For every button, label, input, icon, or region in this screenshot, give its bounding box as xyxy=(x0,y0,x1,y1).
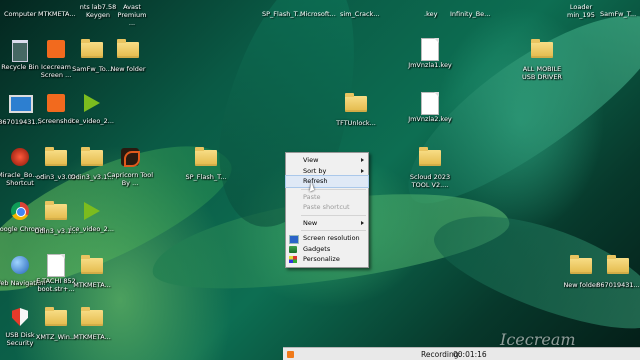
desktop-icon-label: MTKMETA... xyxy=(73,281,111,289)
icecream-recorder-icon xyxy=(45,40,67,62)
menu-item-label: Screen resolution xyxy=(303,234,360,242)
folder-icon xyxy=(81,255,103,280)
folder-icon xyxy=(45,307,67,332)
globe-icon xyxy=(9,256,31,278)
desktop-icon-label: Capricorn Tool By ... xyxy=(106,171,154,187)
desktop-icon-label[interactable]: SamFw_T... xyxy=(600,10,636,18)
menu-item-label: Gadgets xyxy=(303,244,331,253)
desktop-icon-label[interactable]: Avast Premium ... xyxy=(114,3,150,27)
folder-icon xyxy=(81,39,103,64)
desktop-icon-label: New folder xyxy=(110,65,146,73)
desktop-icon-label[interactable]: MTKMETA... xyxy=(38,10,76,18)
submenu-arrow-icon xyxy=(361,158,364,162)
recorder-logo-icon[interactable] xyxy=(287,351,294,358)
desktop[interactable]: Computer MTKMETA... nts lab7.58 Keygen A… xyxy=(0,0,640,360)
menu-item-refresh[interactable]: Refresh xyxy=(285,175,369,188)
desktop-icon[interactable]: MTKMETA... xyxy=(66,254,118,290)
menu-item-paste: Paste xyxy=(286,192,368,203)
desktop-icon-label: ALL MOBILE USB DRIVER xyxy=(522,65,562,81)
desktop-icon[interactable]: JmVnzla1.key xyxy=(404,38,456,70)
personalize-icon xyxy=(289,256,297,263)
desktop-icon-label[interactable]: SP_Flash_T... xyxy=(262,10,303,18)
desktop-icon-label: ice_video_2... xyxy=(70,225,114,233)
desktop-icon-label: Scloud 2023 TOOL V2.... xyxy=(409,173,451,189)
key-file-icon xyxy=(419,38,441,61)
desktop-icon[interactable]: SP_Flash_T... xyxy=(180,146,232,182)
menu-item-gadgets[interactable]: Gadgets xyxy=(286,244,368,255)
recording-timer: 00:01:16 xyxy=(453,350,487,359)
folder-icon xyxy=(195,147,217,172)
screenshot-icon xyxy=(45,94,67,116)
menu-item-label: Paste xyxy=(303,192,321,201)
video-play-icon xyxy=(81,94,103,116)
desktop-icon[interactable]: Scloud 2023 TOOL V2.... xyxy=(404,146,456,189)
desktop-icon-label: 867019431... xyxy=(596,281,640,289)
desktop-icon-label[interactable]: Infinity_Be... xyxy=(450,10,490,18)
menu-item-paste-shortcut: Paste shortcut xyxy=(286,202,368,213)
menu-item-label: Sort by xyxy=(303,166,327,175)
shield-icon xyxy=(9,308,31,330)
gadgets-icon xyxy=(289,245,297,253)
folder-icon xyxy=(45,201,67,226)
desktop-icon[interactable]: MTKMETA... xyxy=(66,306,118,342)
desktop-icon[interactable]: 867019431... xyxy=(592,254,640,290)
menu-item-new[interactable]: New xyxy=(286,218,368,229)
folder-icon xyxy=(531,39,553,64)
desktop-icon[interactable]: ALL MOBILE USB DRIVER xyxy=(516,38,568,81)
folder-icon xyxy=(419,147,441,172)
chrome-icon xyxy=(9,202,31,224)
video-play-icon xyxy=(81,202,103,224)
folder-icon xyxy=(45,147,67,172)
menu-item-screen-resolution[interactable]: Screen resolution xyxy=(286,233,368,244)
folder-icon xyxy=(570,255,592,280)
recycle-bin-icon xyxy=(9,40,31,62)
desktop-icon-label: MTKMETA... xyxy=(73,333,111,341)
folder-icon xyxy=(345,93,367,118)
desktop-icon-label[interactable]: Microsoft... xyxy=(300,10,336,18)
desktop-icon-label: JmVnzla2.key xyxy=(408,115,452,123)
submenu-arrow-icon xyxy=(361,168,364,173)
desktop-icon-label[interactable]: nts lab7.58 Keygen xyxy=(78,3,118,19)
desktop-icon-label[interactable]: sim_Crack... xyxy=(340,10,380,18)
menu-item-label: Paste shortcut xyxy=(303,203,350,211)
menu-separator xyxy=(301,214,366,216)
miracle-box-icon xyxy=(9,148,31,170)
desktop-icon[interactable]: TFTUnlock... xyxy=(330,92,382,128)
desktop-icon-label: TFTUnlock... xyxy=(336,119,376,127)
menu-item-personalize[interactable]: Personalize xyxy=(286,254,368,265)
desktop-context-menu: View Sort by Refresh Paste Paste shortcut New… xyxy=(285,152,369,268)
submenu-arrow-icon xyxy=(361,220,364,225)
document-icon xyxy=(45,254,67,277)
capricorn-icon xyxy=(119,148,141,170)
menu-separator xyxy=(301,230,366,231)
folder-icon xyxy=(81,307,103,332)
key-file-icon xyxy=(419,92,441,115)
desktop-icon[interactable]: New folder xyxy=(102,38,154,74)
desktop-icon[interactable]: ice_video_2... xyxy=(66,92,118,126)
desktop-icon[interactable]: ice_video_2... xyxy=(66,200,118,234)
menu-item-label: Personalize xyxy=(303,255,340,263)
desktop-icon[interactable]: JmVnzla2.key xyxy=(404,92,456,124)
menu-item-sort-by[interactable]: Sort by xyxy=(286,166,368,177)
menu-item-label: View xyxy=(303,156,319,164)
top-row-labels: Computer MTKMETA... nts lab7.58 Keygen A… xyxy=(0,0,640,27)
folder-icon xyxy=(81,147,103,172)
monitor-icon xyxy=(9,95,33,117)
desktop-icon[interactable]: Capricorn Tool By ... xyxy=(104,146,156,187)
desktop-icon-label[interactable]: Computer xyxy=(4,10,36,18)
desktop-icon-label[interactable]: Loader min_195 xyxy=(566,3,596,19)
recording-bar: Recording: 00:01:16 xyxy=(283,347,640,360)
menu-item-label: New xyxy=(303,218,318,227)
folder-icon xyxy=(607,255,629,280)
menu-item-view[interactable]: View xyxy=(286,155,368,166)
desktop-icon-label: JmVnzla1.key xyxy=(408,61,452,69)
desktop-icon-label: ice_video_2... xyxy=(70,117,114,125)
folder-icon xyxy=(117,39,139,64)
desktop-icon-label: SP_Flash_T... xyxy=(185,173,227,181)
desktop-icon-label[interactable]: .key xyxy=(424,10,437,18)
